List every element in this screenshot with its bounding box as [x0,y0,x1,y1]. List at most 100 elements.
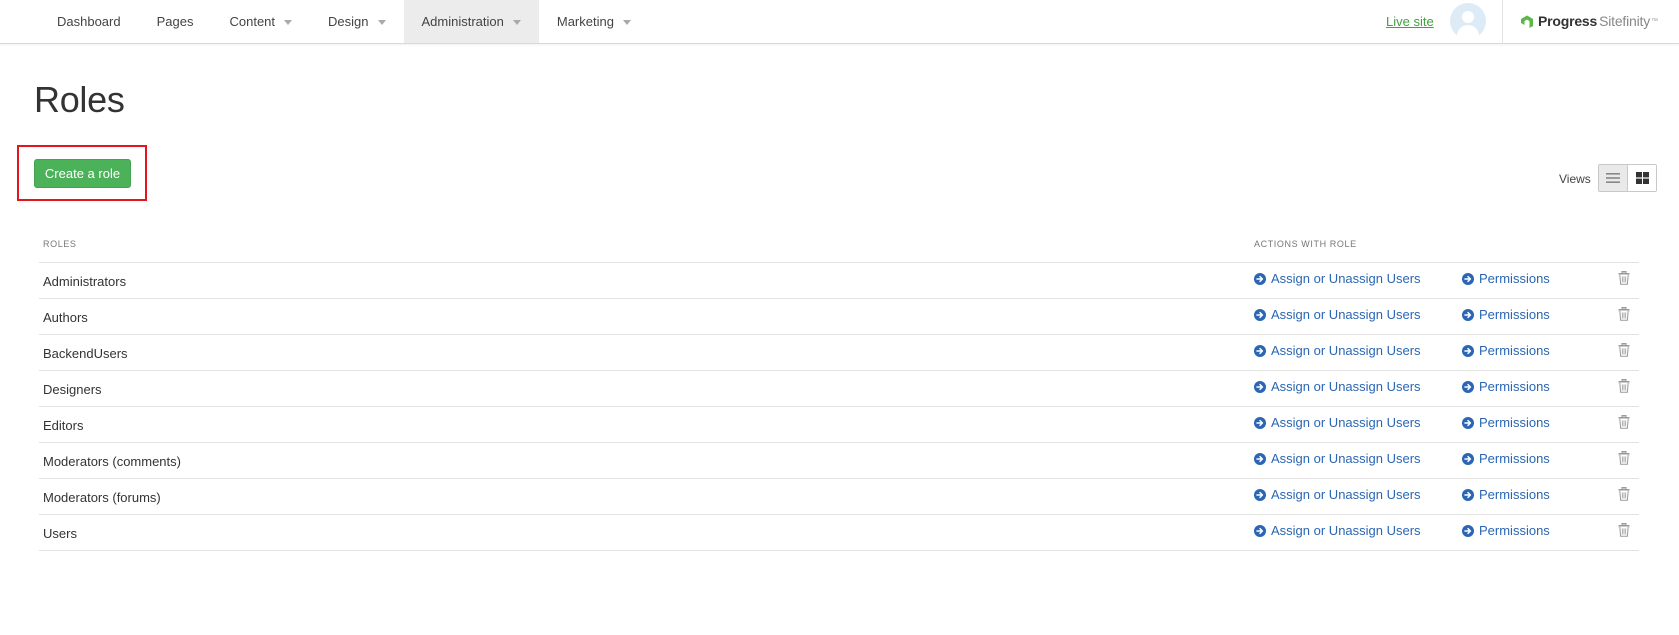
assign-users-link[interactable]: Assign or Unassign Users [1254,523,1421,538]
user-avatar-icon[interactable] [1450,3,1486,39]
create-role-button[interactable]: Create a role [34,159,131,188]
role-name: Authors [43,310,88,325]
assign-users-link[interactable]: Assign or Unassign Users [1254,451,1421,466]
nav-item-administration[interactable]: Administration [403,0,539,43]
assign-users-label: Assign or Unassign Users [1271,307,1421,322]
progress-sitefinity-logo: Progress Sitefinity ™ [1519,11,1658,31]
arrow-circle-right-icon [1462,380,1474,393]
trash-icon[interactable] [1618,307,1630,321]
assign-users-label: Assign or Unassign Users [1271,523,1421,538]
view-toggle [1598,164,1657,192]
nav-item-label: Dashboard [57,14,121,29]
list-icon [1606,173,1620,183]
trash-icon[interactable] [1618,487,1630,501]
nav-item-pages[interactable]: Pages [139,0,212,43]
assign-users-link[interactable]: Assign or Unassign Users [1254,379,1421,394]
role-name: Editors [43,418,84,433]
permissions-link[interactable]: Permissions [1462,379,1550,394]
nav-divider [1502,0,1503,43]
permissions-label: Permissions [1479,343,1550,358]
arrow-circle-right-icon [1462,308,1474,321]
progress-logo-icon [1521,15,1533,28]
table-header: ROLES ACTIONS WITH ROLE [39,234,1639,263]
avatar-head [1462,11,1474,23]
caret-down-icon [512,19,521,25]
arrow-circle-right-icon [1254,344,1266,357]
trash-icon[interactable] [1618,271,1630,285]
assign-users-label: Assign or Unassign Users [1271,271,1421,286]
arrow-circle-right-icon [1254,524,1266,537]
permissions-label: Permissions [1479,523,1550,538]
arrow-circle-right-icon [1254,308,1266,321]
permissions-label: Permissions [1479,487,1550,502]
nav-item-marketing[interactable]: Marketing [539,0,649,43]
trash-icon[interactable] [1618,523,1630,537]
arrow-circle-right-icon [1462,488,1474,501]
arrow-circle-right-icon [1254,488,1266,501]
nav-item-label: Marketing [556,14,614,29]
avatar-shoulders [1457,25,1479,39]
table-row: Users Assign or Unassign Users Permissio… [39,515,1639,551]
assign-users-link[interactable]: Assign or Unassign Users [1254,271,1421,286]
column-header-roles: ROLES [43,239,77,249]
arrow-circle-right-icon [1462,416,1474,429]
grid-view-button[interactable] [1628,165,1656,191]
permissions-label: Permissions [1479,271,1550,286]
trash-icon[interactable] [1618,415,1630,429]
permissions-link[interactable]: Permissions [1462,415,1550,430]
nav-item-content[interactable]: Content [211,0,310,43]
arrow-circle-right-icon [1462,272,1474,285]
permissions-link[interactable]: Permissions [1462,487,1550,502]
arrow-circle-right-icon [1462,452,1474,465]
trash-icon[interactable] [1618,379,1630,393]
assign-users-label: Assign or Unassign Users [1271,451,1421,466]
permissions-label: Permissions [1479,415,1550,430]
assign-users-link[interactable]: Assign or Unassign Users [1254,415,1421,430]
table-row: Moderators (comments) Assign or Unassign… [39,443,1639,479]
permissions-label: Permissions [1479,379,1550,394]
assign-users-label: Assign or Unassign Users [1271,343,1421,358]
roles-table: ROLES ACTIONS WITH ROLE Administrators A… [39,234,1639,551]
role-name: Moderators (comments) [43,454,181,469]
permissions-link[interactable]: Permissions [1462,523,1550,538]
permissions-link[interactable]: Permissions [1462,451,1550,466]
list-view-button[interactable] [1599,165,1628,191]
caret-down-icon [377,19,386,25]
table-row: BackendUsers Assign or Unassign Users Pe… [39,335,1639,371]
permissions-label: Permissions [1479,307,1550,322]
permissions-link[interactable]: Permissions [1462,271,1550,286]
nav-item-design[interactable]: Design [310,0,403,43]
nav-item-dashboard[interactable]: Dashboard [39,0,139,43]
arrow-circle-right-icon [1462,344,1474,357]
table-body: Administrators Assign or Unassign Users … [39,263,1639,551]
role-name: Designers [43,382,102,397]
caret-down-icon [622,19,631,25]
views-label: Views [1559,172,1591,186]
live-site-link[interactable]: Live site [1386,14,1434,29]
logo-sitefinity-text: Sitefinity [1599,13,1651,29]
assign-users-link[interactable]: Assign or Unassign Users [1254,343,1421,358]
arrow-circle-right-icon [1254,380,1266,393]
arrow-circle-right-icon [1254,416,1266,429]
logo-progress-text: Progress [1538,13,1598,29]
nav-item-label: Design [328,14,369,29]
arrow-circle-right-icon [1462,524,1474,537]
permissions-label: Permissions [1479,451,1550,466]
role-name: Moderators (forums) [43,490,161,505]
trash-icon[interactable] [1618,451,1630,465]
arrow-circle-right-icon [1254,452,1266,465]
assign-users-link[interactable]: Assign or Unassign Users [1254,487,1421,502]
assign-users-label: Assign or Unassign Users [1271,415,1421,430]
permissions-link[interactable]: Permissions [1462,307,1550,322]
nav-item-label: Administration [421,14,504,29]
assign-users-link[interactable]: Assign or Unassign Users [1254,307,1421,322]
permissions-link[interactable]: Permissions [1462,343,1550,358]
logo-trademark: ™ [1651,17,1659,25]
page-title: Roles [34,79,125,120]
table-row: Administrators Assign or Unassign Users … [39,263,1639,299]
trash-icon[interactable] [1618,343,1630,357]
role-name: Administrators [43,274,127,289]
table-row: Designers Assign or Unassign Users Permi… [39,371,1639,407]
assign-users-label: Assign or Unassign Users [1271,487,1421,502]
table-row: Authors Assign or Unassign Users Permiss… [39,299,1639,335]
